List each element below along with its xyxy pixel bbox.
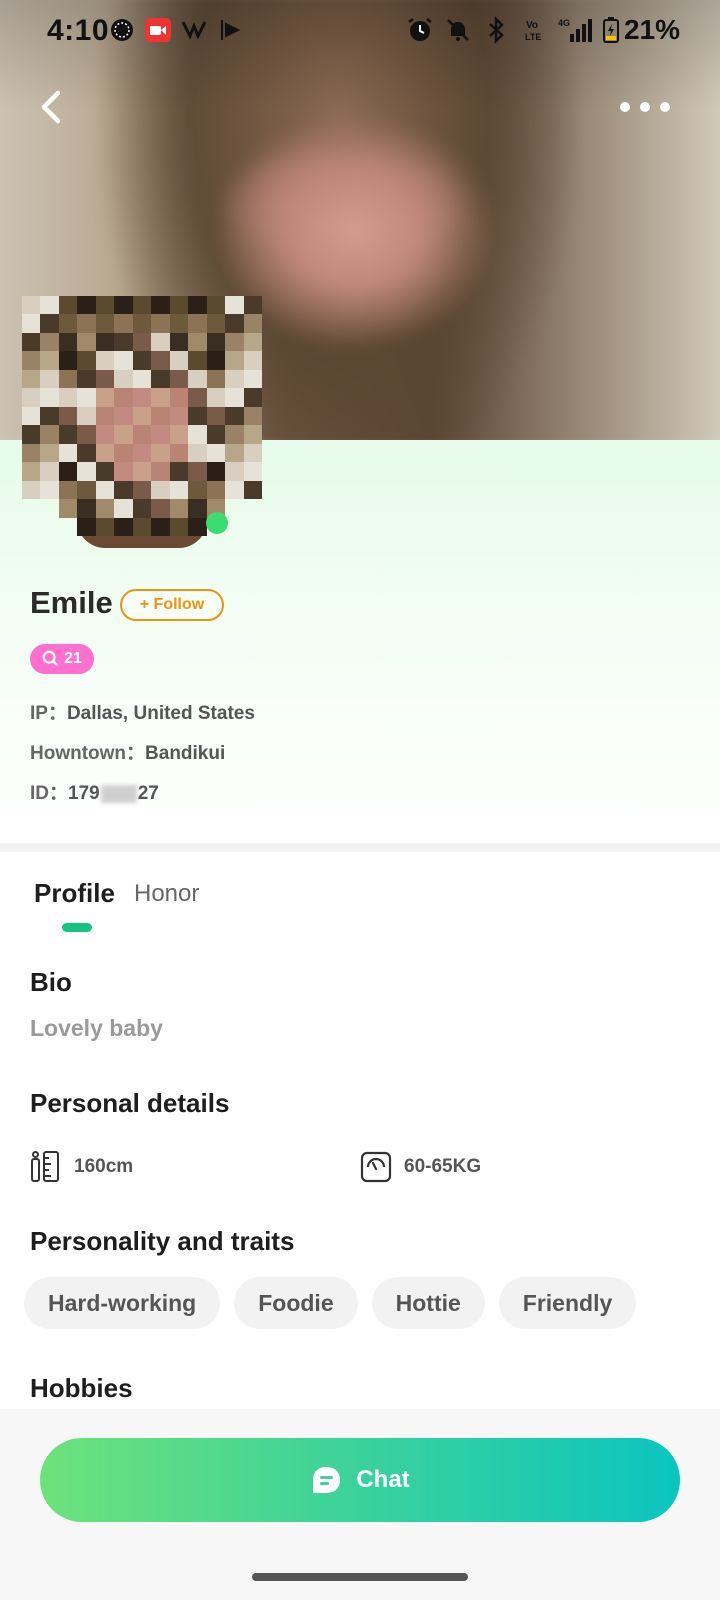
more-options-button[interactable] — [620, 92, 670, 122]
chat-label: Chat — [356, 1466, 410, 1493]
online-status-dot — [206, 512, 228, 534]
scale-icon — [360, 1151, 392, 1183]
profile-page: 4:10 Vo LTE 4G 21% Emile + Follow 21 IP：… — [0, 0, 720, 1600]
level-icon — [42, 650, 59, 667]
battery-icon — [603, 17, 619, 43]
ip-location: Dallas, United States — [66, 703, 255, 724]
screen-record-icon — [145, 18, 171, 42]
bluetooth-icon — [489, 16, 504, 44]
profile-name: Emile — [30, 585, 113, 620]
trait-tag: Friendly — [498, 1277, 637, 1329]
level-value: 21 — [64, 650, 82, 667]
alarm-icon — [408, 18, 432, 41]
svg-text:LTE: LTE — [525, 32, 541, 42]
weight-detail: 60-65KG — [360, 1150, 481, 1184]
trait-tag: Foodie — [234, 1277, 358, 1329]
hometown-value: Bandikui — [145, 743, 226, 764]
app-notification-icon — [181, 21, 207, 40]
hometown-info: Howntown：Bandikui — [30, 743, 226, 764]
status-bar: 4:10 Vo LTE 4G 21% — [0, 0, 720, 64]
chat-button[interactable]: Chat — [40, 1438, 680, 1522]
height-icon — [31, 1151, 59, 1182]
tab-active-indicator — [62, 923, 92, 932]
mute-bell-icon — [447, 19, 469, 41]
personal-details-title: Personal details — [30, 1088, 230, 1118]
id-redaction — [100, 784, 137, 803]
notification-icon — [111, 19, 133, 41]
signal-icon: 4G — [558, 18, 592, 42]
height-detail: 160cm — [30, 1150, 133, 1184]
bio-text: Lovely baby — [30, 1015, 163, 1041]
status-time: 4:10 — [47, 14, 110, 47]
chevron-left-icon — [41, 90, 61, 124]
hobbies-title: Hobbies — [30, 1373, 133, 1403]
svg-text:4G: 4G — [558, 18, 570, 28]
svg-text:Vo: Vo — [526, 20, 538, 31]
height-value: 160cm — [74, 1156, 134, 1177]
volte-icon: VoLTE — [525, 20, 541, 42]
section-divider — [0, 843, 720, 852]
trait-tags: Hard-working Foodie Hottie Friendly — [24, 1277, 637, 1329]
more-horizontal-icon — [620, 102, 630, 112]
chat-bubble-icon — [313, 1467, 341, 1493]
trait-tag: Hard-working — [24, 1277, 221, 1329]
trait-tag: Hottie — [371, 1277, 485, 1329]
tab-profile[interactable]: Profile — [34, 878, 115, 909]
home-indicator[interactable] — [252, 1573, 468, 1581]
app-notification-icon-2 — [221, 20, 241, 40]
level-badge: 21 — [30, 644, 94, 674]
follow-button[interactable]: + Follow — [120, 589, 224, 621]
bio-title: Bio — [30, 967, 72, 997]
tab-honor[interactable]: Honor — [134, 880, 199, 908]
weight-value: 60-65KG — [404, 1156, 482, 1177]
avatar-image — [22, 296, 262, 536]
avatar[interactable] — [22, 296, 262, 556]
back-button[interactable] — [30, 85, 74, 129]
user-id-info[interactable]: ID：179 27 — [30, 778, 159, 805]
ip-info: IP：Dallas, United States — [30, 703, 255, 724]
personality-title: Personality and traits — [30, 1226, 295, 1256]
battery-percent: 21% — [623, 14, 680, 45]
